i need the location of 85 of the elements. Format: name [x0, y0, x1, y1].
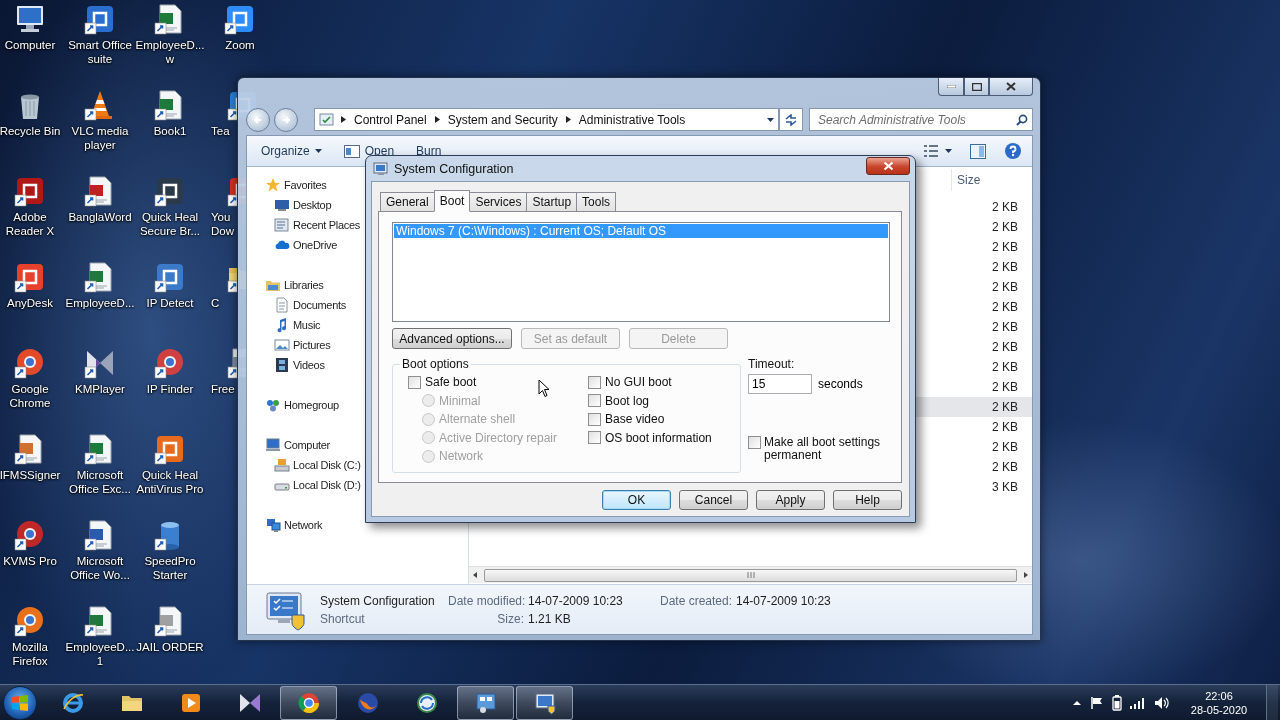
column-header[interactable]: Size	[951, 169, 1032, 191]
desktop-icon-label[interactable]: C	[211, 296, 220, 310]
size-cell-text: 2 KB	[991, 300, 1019, 314]
size-cell-text: 2 KB	[991, 460, 1019, 474]
toolbar-button[interactable]: Burn	[416, 144, 442, 158]
desktop-icon-label[interactable]: Google Chrome	[9, 382, 51, 410]
detail-value: 1.21 KB	[528, 611, 572, 626]
clock-time: 22:06	[1205, 688, 1233, 703]
file-type: Shortcut	[320, 611, 366, 626]
desktop-icon-label[interactable]: VLC media player	[71, 124, 129, 152]
size-cell-text: 2 KB	[991, 240, 1019, 254]
checkbox-label: Make all boot settings permanent	[764, 436, 882, 462]
desktop-icon-label[interactable]: IFMSSigner	[0, 468, 61, 482]
detail-label: Date created:	[660, 593, 732, 608]
desktop-icon-label[interactable]: EmployeeD...	[65, 296, 135, 310]
desktop-icon-label[interactable]: IP Detect	[146, 296, 194, 310]
detail-label: Date modified:	[448, 593, 524, 608]
detail-label: Size:	[496, 611, 524, 626]
dialog-button[interactable]: Advanced options...	[392, 328, 512, 349]
checkbox-label: Base video	[605, 412, 665, 427]
desktop-icon-label[interactable]: IP Finder	[146, 382, 194, 396]
size-cell-text: 2 KB	[991, 320, 1019, 334]
address-bar[interactable]: Control Panel System and Security Administrative Tools	[314, 108, 779, 131]
desktop-icon-label[interactable]: Microsoft Office Exc...	[69, 468, 131, 496]
radio-label: Minimal	[439, 393, 481, 408]
desktop-icon-label[interactable]: Tea	[211, 124, 230, 138]
desktop-icon-label[interactable]: SpeedPro Starter	[144, 554, 196, 582]
breadcrumb-item[interactable]: System and Security	[445, 112, 560, 127]
navigation-item[interactable]: Network	[247, 515, 468, 535]
breadcrumb-item[interactable]: Administrative Tools	[576, 112, 688, 127]
radio-label: Alternate shell	[439, 412, 516, 427]
toolbar-button[interactable]: Organize	[261, 144, 322, 158]
file-name: System Configuration	[320, 593, 436, 608]
tab[interactable]: General	[380, 192, 435, 211]
desktop-icon-label[interactable]: Recycle Bin	[0, 124, 61, 138]
checkbox-label: No GUI boot	[605, 375, 672, 390]
desktop-icon-label[interactable]: KVMS Pro	[3, 554, 57, 568]
desktop-icon-label[interactable]: Smart Office suite	[68, 38, 132, 66]
desktop-icon-label[interactable]: Microsoft Office Wo...	[70, 554, 130, 582]
desktop-icon-label[interactable]: Quick Heal AntiVirus Pro	[136, 468, 204, 496]
detail-value: 14-07-2009 10:23	[736, 593, 831, 608]
desktop-icon-label[interactable]: BanglaWord	[68, 210, 132, 224]
desktop-icon-label[interactable]: Free	[211, 382, 235, 396]
checkbox-label: OS boot information	[605, 430, 712, 445]
desktop-icon-label[interactable]: AnyDesk	[7, 296, 53, 310]
radio-label: Network	[439, 449, 483, 464]
size-cell-text: 3 KB	[991, 480, 1019, 494]
dialog-button[interactable]: Help	[833, 490, 902, 510]
desktop-icon-label[interactable]: JAIL ORDER	[136, 640, 204, 654]
detail-value: 14-07-2009 10:23	[528, 593, 624, 608]
desktop-icon-label[interactable]: Mozilla Firefox	[12, 640, 48, 668]
tab[interactable]: Boot	[433, 190, 471, 212]
size-cell-text: 2 KB	[991, 400, 1019, 414]
window-title: System Configuration	[394, 161, 514, 176]
tab[interactable]: Startup	[526, 192, 578, 211]
navigation-item[interactable]: Local Disk (D:)	[247, 475, 468, 495]
desktop-icon-label[interactable]: EmployeeD... w	[135, 38, 205, 66]
checkbox-label: Safe boot	[425, 375, 477, 390]
radio-label: Active Directory repair	[439, 430, 558, 445]
clock[interactable]: 22:06 28-05-2020	[1188, 688, 1250, 717]
dialog-button[interactable]: Apply	[756, 490, 825, 510]
dialog-button[interactable]: OK	[602, 490, 671, 510]
timeout-label: Timeout:	[748, 357, 795, 371]
checkbox-label: Boot log	[605, 393, 650, 408]
search-field[interactable]: Search Administrative Tools	[816, 111, 1016, 128]
desktop-icon-label[interactable]: Adobe Reader X	[5, 210, 55, 238]
size-cell-text: 2 KB	[991, 260, 1019, 274]
clock-date: 28-05-2020	[1190, 702, 1248, 717]
desktop-icon-label[interactable]: Computer	[4, 38, 56, 52]
tab[interactable]: Tools	[576, 192, 617, 211]
desktop-icon-label[interactable]: Quick Heal Secure Br...	[139, 210, 201, 238]
breadcrumb-item[interactable]: Control Panel	[352, 112, 429, 127]
desktop-icon-label[interactable]: EmployeeD... 1	[65, 640, 135, 668]
size-cell-text: 2 KB	[991, 280, 1019, 294]
desktop-icon-label[interactable]: KMPlayer	[75, 382, 125, 396]
search-box[interactable]: Search Administrative Tools	[809, 108, 1033, 131]
dialog-button[interactable]: Cancel	[679, 490, 748, 510]
desktop-icon-label[interactable]: Zoom	[225, 38, 255, 52]
unit-label: seconds	[818, 377, 863, 391]
tab[interactable]: Services	[469, 192, 528, 211]
desktop-icon-label[interactable]: Book1	[153, 124, 187, 138]
timeout-field[interactable]: 15	[748, 374, 812, 394]
group-title: Boot options	[401, 357, 470, 371]
desktop-icon-label[interactable]: You Dow	[211, 210, 234, 238]
toolbar-button[interactable]: Open	[343, 144, 395, 158]
